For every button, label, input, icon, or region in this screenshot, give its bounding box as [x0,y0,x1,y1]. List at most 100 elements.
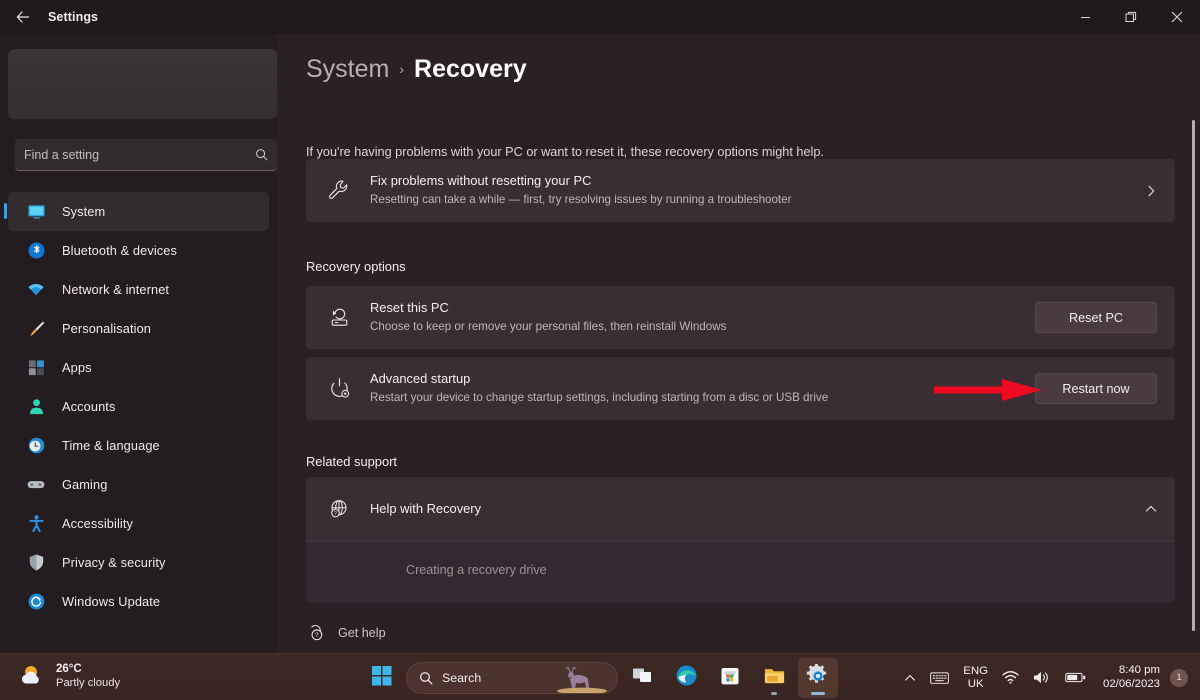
restart-now-button[interactable]: Restart now [1035,373,1157,404]
arrow-left-icon [15,9,31,25]
recovery-options-heading: Recovery options [306,259,406,274]
sidebar-item-network-internet[interactable]: Network & internet [8,270,269,309]
restore-button[interactable] [1108,0,1154,34]
wifi-icon [1002,670,1019,685]
chevron-up-icon[interactable] [1133,503,1157,515]
fix-problems-card[interactable]: Fix problems without resetting your PC R… [306,159,1175,222]
help-with-recovery-expander[interactable]: ? Help with Recovery [306,477,1175,541]
minimize-icon [1080,12,1091,23]
search-input[interactable] [24,148,255,162]
system-tray: ENG UK [897,654,1192,700]
creating-recovery-drive-link[interactable]: Creating a recovery drive [406,563,547,577]
clock-icon [24,435,48,457]
accessibility-icon [24,513,48,535]
help-expander-body: Creating a recovery drive [306,541,1175,603]
sidebar-item-accessibility[interactable]: Accessibility [8,504,269,543]
sidebar-item-time-language[interactable]: Time & language [8,426,269,465]
shield-icon [24,552,48,574]
file-explorer-button[interactable] [754,658,794,698]
search-icon [419,671,433,685]
microsoft-store-button[interactable] [710,658,750,698]
sidebar-item-label: Time & language [62,438,160,453]
task-view-button[interactable] [622,658,662,698]
user-profile-card[interactable] [8,49,277,119]
reset-pc-card: Reset this PC Choose to keep or remove y… [306,286,1175,349]
content-scrollbar[interactable] [1192,120,1195,631]
sidebar-item-personalisation[interactable]: Personalisation [8,309,269,348]
sidebar-item-label: Gaming [62,477,107,492]
volume-button[interactable] [1026,654,1058,700]
breadcrumb-separator: › [399,61,404,77]
window-controls [1062,0,1200,34]
sidebar-item-bluetooth-devices[interactable]: Bluetooth & devices [8,231,269,270]
reset-pc-button[interactable]: Reset PC [1035,302,1157,333]
sidebar-nav: System Bluetooth & devices [0,192,277,621]
back-button[interactable] [0,0,46,34]
chevron-right-icon[interactable] [1133,185,1157,197]
language-region: UK [968,678,984,691]
search-setting-field[interactable] [15,139,277,171]
edge-button[interactable] [666,658,706,698]
network-button[interactable] [995,654,1026,700]
window-title: Settings [48,10,98,24]
apps-icon [24,357,48,379]
search-icon [255,148,268,161]
sidebar: System Bluetooth & devices [0,34,277,653]
sidebar-item-label: Accounts [62,399,115,414]
start-button[interactable] [362,658,402,698]
content-area: System › Recovery If you're having probl… [277,34,1200,653]
taskbar-center-group: Search [362,658,838,698]
wifi-icon [24,279,48,301]
windows-logo-icon [371,665,393,692]
keyboard-icon [930,671,949,685]
language-code: ENG [963,665,988,678]
svg-text:?: ? [315,632,319,639]
advanced-startup-title: Advanced startup [370,370,1035,387]
sidebar-item-system[interactable]: System [8,192,269,231]
notification-badge[interactable]: 1 [1170,669,1188,687]
sidebar-item-windows-update[interactable]: Windows Update [8,582,269,621]
speaker-icon [1033,670,1051,685]
sidebar-item-label: Privacy & security [62,555,166,570]
close-button[interactable] [1154,0,1200,34]
update-icon [24,591,48,613]
app-running-indicator [771,692,777,695]
clock-widget[interactable]: 8:40 pm 02/06/2023 [1093,664,1168,691]
edge-icon [675,664,698,692]
sidebar-item-accounts[interactable]: Accounts [8,387,269,426]
clock-date: 02/06/2023 [1103,678,1160,692]
battery-icon [1065,671,1086,684]
person-icon [24,396,48,418]
sidebar-item-label: Bluetooth & devices [62,243,177,258]
weather-widget[interactable]: 26°C Partly cloudy [18,661,120,691]
breadcrumb-system[interactable]: System [306,55,389,84]
sidebar-item-label: Personalisation [62,321,151,336]
minimize-button[interactable] [1062,0,1108,34]
sidebar-item-privacy-security[interactable]: Privacy & security [8,543,269,582]
taskbar-search[interactable]: Search [406,662,618,694]
title-bar: Settings [0,0,1200,34]
help-with-recovery-title: Help with Recovery [370,500,1133,517]
bluetooth-icon [24,240,48,262]
reset-pc-icon [322,301,356,335]
sidebar-item-label: Network & internet [62,282,169,297]
sun-cloud-icon [18,661,48,691]
settings-window: Settings [0,0,1200,700]
language-indicator[interactable]: ENG UK [956,665,995,691]
ime-button[interactable] [923,654,956,700]
sidebar-item-label: Windows Update [62,594,160,609]
sidebar-item-label: Accessibility [62,516,133,531]
tray-overflow-button[interactable] [897,654,923,700]
clock-time: 8:40 pm [1119,664,1160,678]
fix-problems-title: Fix problems without resetting your PC [370,172,1133,189]
settings-button[interactable] [798,658,838,698]
app-active-indicator [811,692,825,695]
paintbrush-icon [24,318,48,340]
sidebar-item-gaming[interactable]: Gaming [8,465,269,504]
get-help-label: Get help [338,626,386,640]
help-icon: ? [306,623,326,643]
battery-button[interactable] [1058,654,1093,700]
get-help-link[interactable]: ? Get help [306,623,386,643]
reset-pc-title: Reset this PC [370,299,1035,316]
sidebar-item-apps[interactable]: Apps [8,348,269,387]
